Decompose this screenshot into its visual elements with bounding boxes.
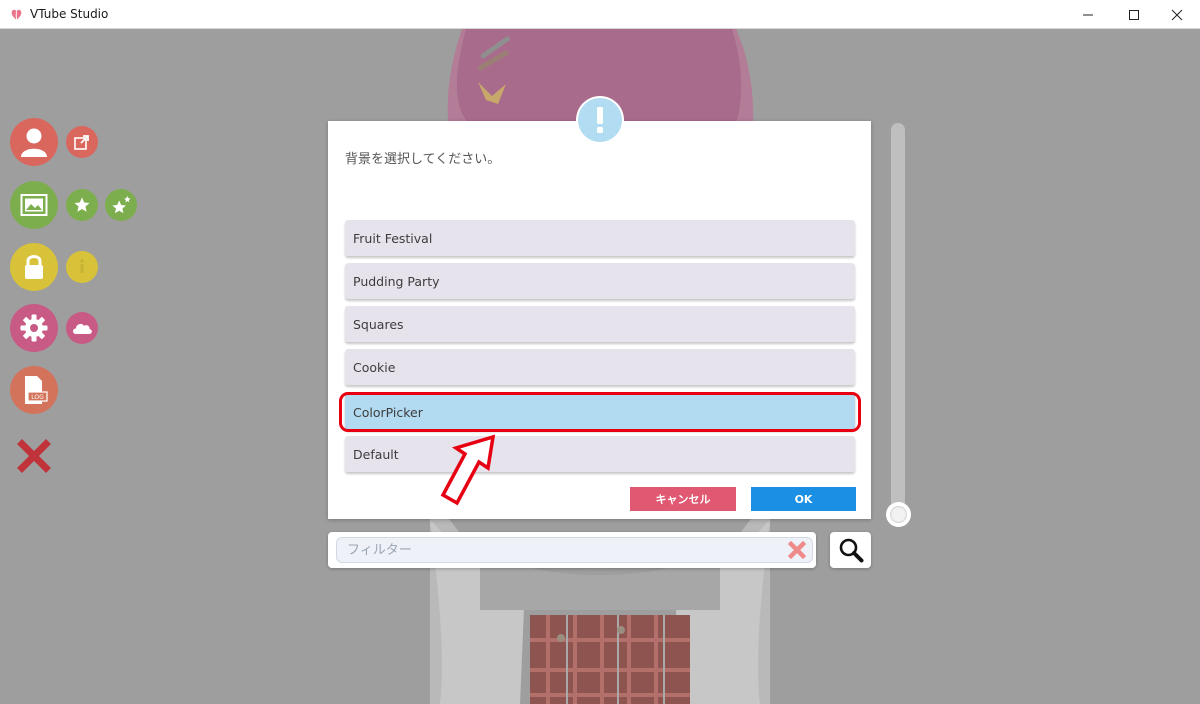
stars-icon: [112, 195, 131, 214]
cloud-button[interactable]: [66, 312, 98, 344]
annotation-arrow-icon: [440, 434, 496, 506]
background-item-fruit-festival[interactable]: Fruit Festival: [345, 220, 855, 256]
log-file-icon: LOG: [25, 376, 48, 404]
minimize-icon: [1083, 14, 1093, 15]
dialog-message: 背景を選択してください。: [345, 152, 501, 167]
stars-button[interactable]: [105, 189, 137, 221]
cancel-button[interactable]: キャンセル: [630, 487, 736, 511]
share-icon: [74, 135, 89, 150]
close-x-icon: [17, 439, 51, 473]
clear-x-icon: [788, 541, 806, 559]
log-button[interactable]: LOG: [10, 366, 58, 414]
lock-icon: [25, 255, 43, 279]
maximize-icon: [1129, 9, 1139, 20]
background-item-pudding-party[interactable]: Pudding Party: [345, 263, 855, 299]
background-item-squares[interactable]: Squares: [345, 306, 855, 342]
person-icon: [21, 128, 47, 157]
info-icon: [80, 259, 84, 273]
cloud-icon: [73, 323, 92, 334]
lock-button[interactable]: [10, 243, 58, 291]
zoom-slider-knob[interactable]: [886, 502, 911, 527]
picture-icon: [20, 194, 48, 216]
background-button[interactable]: [10, 181, 58, 229]
zoom-slider-track[interactable]: [891, 123, 905, 516]
model-share-button[interactable]: [66, 126, 98, 158]
hide-ui-button[interactable]: [14, 436, 54, 476]
info-button[interactable]: [66, 251, 98, 283]
zoom-slider-knob-center: [890, 506, 907, 523]
search-button[interactable]: [830, 532, 871, 568]
gear-icon: [20, 314, 48, 342]
exclamation-icon: [597, 107, 603, 133]
magnifier-icon: [839, 538, 863, 563]
list-item-label: Default: [353, 446, 399, 462]
background-item-default[interactable]: Default: [345, 436, 855, 472]
list-item-label: Squares: [353, 316, 404, 332]
list-item-label: Cookie: [353, 359, 396, 375]
minimize-button[interactable]: [1065, 0, 1111, 29]
maximize-button[interactable]: [1111, 0, 1157, 29]
close-icon: [1171, 9, 1183, 20]
model-button[interactable]: [10, 118, 58, 166]
list-item-label: Fruit Festival: [353, 230, 433, 246]
window-titlebar: VTube Studio: [0, 0, 1200, 29]
star-icon: [74, 197, 90, 212]
annotation-highlight-frame: [339, 392, 861, 432]
list-item-label: Pudding Party: [353, 273, 440, 289]
ok-button[interactable]: OK: [751, 487, 856, 511]
log-icon-label: LOG: [31, 394, 44, 401]
window-title: VTube Studio: [30, 7, 109, 21]
filter-input[interactable]: [336, 537, 813, 563]
background-item-cookie[interactable]: Cookie: [345, 349, 855, 385]
alert-badge: [576, 96, 624, 144]
filter-clear-button[interactable]: [786, 540, 808, 560]
vtube-studio-logo-icon: [11, 9, 22, 21]
close-button[interactable]: [1154, 0, 1200, 29]
settings-button[interactable]: [10, 304, 58, 352]
favorite-button[interactable]: [66, 189, 98, 221]
